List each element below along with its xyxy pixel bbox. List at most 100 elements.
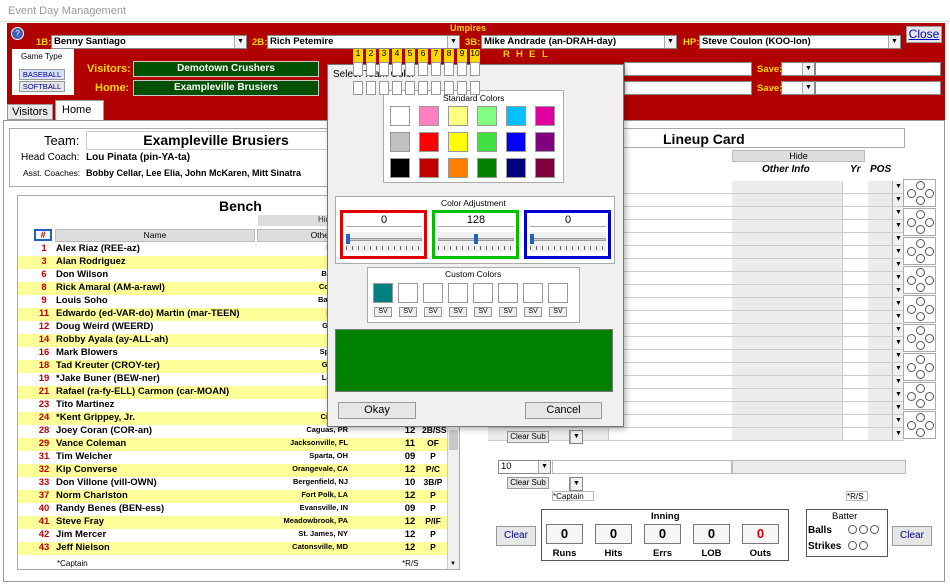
blue-slider[interactable] xyxy=(530,232,606,252)
inning-score-cell[interactable] xyxy=(392,81,402,95)
lineup-row-yr-cell[interactable] xyxy=(842,298,868,310)
red-slider[interactable] xyxy=(346,232,422,252)
standard-color-swatch[interactable] xyxy=(506,158,526,178)
inning-lob-value[interactable]: 0 xyxy=(693,524,730,544)
chevron-down-icon[interactable]: ▼ xyxy=(664,36,676,48)
lineup-row-yr-cell[interactable] xyxy=(842,402,868,414)
visitors-team-field[interactable]: Demotown Crushers xyxy=(133,61,319,77)
custom-color-swatch[interactable] xyxy=(473,283,493,303)
standard-color-swatch[interactable] xyxy=(506,132,526,152)
bench-col-num[interactable]: # xyxy=(34,229,52,241)
lineup-row-name-cell[interactable] xyxy=(608,220,732,232)
custom-color-swatch[interactable] xyxy=(398,283,418,303)
balls-indicators[interactable] xyxy=(847,525,880,537)
save-custom-color-button[interactable]: SV xyxy=(374,307,392,317)
lineup-row-name-cell[interactable] xyxy=(608,363,732,375)
base-circle[interactable] xyxy=(916,210,925,219)
base-circle[interactable] xyxy=(916,181,925,190)
chevron-down-icon[interactable]: ▼ xyxy=(888,36,900,48)
standard-color-swatch[interactable] xyxy=(535,158,555,178)
save-custom-color-button[interactable]: SV xyxy=(399,307,417,317)
inning-score-cell[interactable] xyxy=(379,81,389,95)
lineup-row-yr-cell[interactable] xyxy=(842,428,868,440)
lineup-row-name-cell[interactable] xyxy=(608,285,732,297)
blue-value[interactable]: 0 xyxy=(530,214,606,227)
lineup-row-name-cell[interactable] xyxy=(608,311,732,323)
chevron-down-icon[interactable]: ▼ xyxy=(447,36,459,48)
cancel-button[interactable]: Cancel xyxy=(525,402,602,419)
base-circle[interactable] xyxy=(916,355,925,364)
save-select-2[interactable]: ▼ xyxy=(781,81,815,95)
base-circle[interactable] xyxy=(907,218,916,227)
sub-select-10[interactable]: ▼ xyxy=(569,477,583,491)
bench-row[interactable]: 31 Tim Welcher Sparta, OH 09 P xyxy=(18,451,448,464)
base-circle[interactable] xyxy=(916,413,925,422)
lineup-row-name-cell[interactable] xyxy=(608,415,732,427)
base-circle[interactable] xyxy=(925,363,934,372)
inning-score-cell[interactable] xyxy=(366,81,376,95)
inning-errs-value[interactable]: 0 xyxy=(644,524,681,544)
standard-color-swatch[interactable] xyxy=(535,106,555,126)
base-circle[interactable] xyxy=(916,428,925,437)
standard-color-swatch[interactable] xyxy=(535,132,555,152)
custom-color-swatch[interactable] xyxy=(373,283,393,303)
base-circle[interactable] xyxy=(925,392,934,401)
slot-10-select[interactable]: 10 ▼ xyxy=(498,460,551,474)
base-circle[interactable] xyxy=(925,421,934,430)
inning-score-cell[interactable] xyxy=(444,62,454,76)
inning-score-cell[interactable] xyxy=(366,62,376,76)
custom-color-swatch[interactable] xyxy=(498,283,518,303)
sub-select[interactable]: ▼ xyxy=(569,430,583,444)
inning-score-cell[interactable] xyxy=(392,62,402,76)
lineup-row-name-cell[interactable] xyxy=(608,233,732,245)
base-circle[interactable] xyxy=(925,247,934,256)
base-diagram[interactable] xyxy=(903,266,936,294)
lineup-row-name-cell[interactable] xyxy=(608,194,732,206)
base-circle[interactable] xyxy=(916,196,925,205)
base-circle[interactable] xyxy=(925,276,934,285)
softball-button[interactable]: SOFTBALL xyxy=(19,81,65,92)
lineup-row-name-cell[interactable] xyxy=(608,259,732,271)
lineup-row[interactable]: ▼ xyxy=(488,428,904,441)
base-circle[interactable] xyxy=(916,341,925,350)
base-circle[interactable] xyxy=(916,312,925,321)
close-button[interactable]: Close xyxy=(906,26,942,43)
lineup-row-yr-cell[interactable] xyxy=(842,415,868,427)
standard-color-swatch[interactable] xyxy=(506,106,526,126)
lineup-row-name-cell[interactable] xyxy=(608,246,732,258)
standard-color-swatch[interactable] xyxy=(448,106,468,126)
bench-row[interactable]: 43 Jeff Nielson Catonsville, MD 12 P xyxy=(18,542,448,555)
lineup-row-yr-cell[interactable] xyxy=(842,311,868,323)
base-circle[interactable] xyxy=(916,268,925,277)
bench-row[interactable]: 42 Jim Mercer St. James, NY 12 P xyxy=(18,529,448,542)
inning-score-cell[interactable] xyxy=(405,81,415,95)
inning-outs-value[interactable]: 0 xyxy=(742,524,779,544)
slot-10-name[interactable] xyxy=(552,460,732,474)
inning-score-cell[interactable] xyxy=(457,62,467,76)
lineup-row-yr-cell[interactable] xyxy=(842,233,868,245)
save-select-1[interactable]: ▼ xyxy=(781,62,815,76)
lineup-row-yr-cell[interactable] xyxy=(842,220,868,232)
lineup-row-yr-cell[interactable] xyxy=(842,285,868,297)
bench-row[interactable]: 33 Don Villone (vill-OWN) Bergenfield, NJ 1… xyxy=(18,477,448,490)
red-value[interactable]: 0 xyxy=(346,214,422,227)
standard-color-swatch[interactable] xyxy=(419,132,439,152)
bench-hide-button[interactable]: Hid xyxy=(258,215,330,226)
standard-color-swatch[interactable] xyxy=(390,132,410,152)
base-diagram[interactable] xyxy=(903,324,936,352)
green-value[interactable]: 128 xyxy=(438,214,514,227)
standard-color-swatch[interactable] xyxy=(419,106,439,126)
base-circle[interactable] xyxy=(916,370,925,379)
standard-color-swatch[interactable] xyxy=(477,132,497,152)
lineup-row-yr-cell[interactable] xyxy=(842,350,868,362)
lineup-row-name-cell[interactable] xyxy=(608,272,732,284)
ump-3b-select[interactable]: Mike Andrade (an-DRAH-day) ▼ xyxy=(481,35,677,49)
strikes-indicators[interactable] xyxy=(847,541,869,553)
green-slider-thumb[interactable] xyxy=(474,234,478,244)
base-circle[interactable] xyxy=(925,189,934,198)
batter-clear-button[interactable]: Clear xyxy=(892,526,932,546)
base-circle[interactable] xyxy=(916,283,925,292)
standard-color-swatch[interactable] xyxy=(390,106,410,126)
base-circle[interactable] xyxy=(925,305,934,314)
standard-color-swatch[interactable] xyxy=(419,158,439,178)
